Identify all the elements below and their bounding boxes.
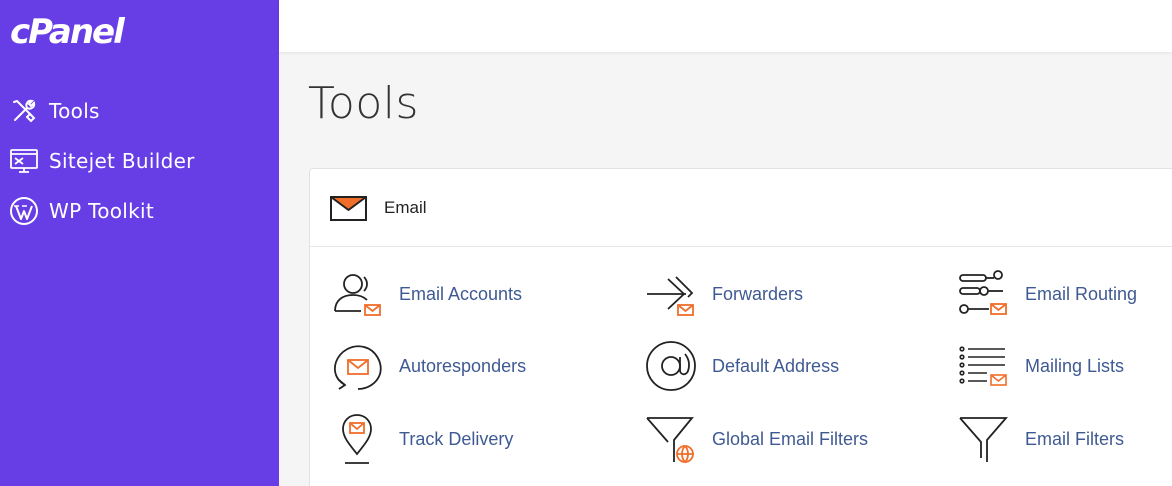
default-address-icon xyxy=(644,339,698,393)
tool-forwarders[interactable]: Forwarders xyxy=(644,267,803,321)
mailing-lists-icon xyxy=(957,339,1011,393)
tool-label: Track Delivery xyxy=(399,428,514,449)
forwarders-icon xyxy=(644,267,698,321)
email-routing-icon xyxy=(957,267,1011,321)
tool-label: Default Address xyxy=(712,355,840,376)
sidebar: cPanel Tools Sitejet Builder WP Toolkit xyxy=(0,0,279,486)
sidebar-item-sitejet-builder[interactable]: Sitejet Builder xyxy=(8,143,195,179)
track-delivery-icon xyxy=(331,412,385,466)
autoresponders-icon xyxy=(331,339,385,393)
section-title: Email xyxy=(384,197,427,217)
sidebar-item-label: Sitejet Builder xyxy=(49,149,195,173)
sidebar-item-label: Tools xyxy=(49,99,100,123)
tool-label: Mailing Lists xyxy=(1025,355,1125,376)
top-bar xyxy=(279,0,1172,52)
tool-label: Email Filters xyxy=(1025,428,1125,449)
tool-label: Autoresponders xyxy=(399,355,527,376)
tool-global-email-filters[interactable]: Global Email Filters xyxy=(644,412,868,466)
wordpress-icon xyxy=(8,195,40,227)
tool-track-delivery[interactable]: Track Delivery xyxy=(331,412,513,466)
sidebar-item-tools[interactable]: Tools xyxy=(8,93,100,129)
tools-icon xyxy=(8,95,40,127)
tool-label: Forwarders xyxy=(712,283,804,304)
global-email-filters-icon xyxy=(644,412,698,466)
tool-default-address[interactable]: Default Address xyxy=(644,339,839,393)
tool-email-accounts[interactable]: Email Accounts xyxy=(331,267,522,321)
tool-email-routing[interactable]: Email Routing xyxy=(957,267,1137,321)
tool-label: Email Routing xyxy=(1025,283,1138,304)
page-title: Tools xyxy=(308,78,419,129)
sidebar-item-label: WP Toolkit xyxy=(49,199,155,223)
envelope-icon xyxy=(330,194,368,222)
sidebar-item-wp-toolkit[interactable]: WP Toolkit xyxy=(8,193,154,229)
cpanel-logo[interactable]: cPanel xyxy=(10,10,125,54)
section-header[interactable]: Email xyxy=(310,169,1172,247)
email-accounts-icon xyxy=(331,267,385,321)
tool-label: Email Accounts xyxy=(399,283,523,304)
tool-email-filters[interactable]: Email Filters xyxy=(957,412,1124,466)
tool-mailing-lists[interactable]: Mailing Lists xyxy=(957,339,1124,393)
tool-label: Global Email Filters xyxy=(712,428,869,449)
email-filters-icon xyxy=(957,412,1011,466)
sitejet-icon xyxy=(8,145,40,177)
tool-autoresponders[interactable]: Autoresponders xyxy=(331,339,526,393)
